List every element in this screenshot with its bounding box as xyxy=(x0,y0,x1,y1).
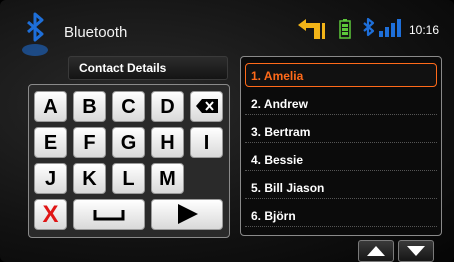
contact-item-bertram[interactable]: 3. Bertram xyxy=(245,119,437,143)
clock-time: 10:16 xyxy=(409,23,440,37)
space-icon xyxy=(74,200,144,228)
contact-item-bessie[interactable]: 4. Bessie xyxy=(245,147,437,171)
signal-strength-icon xyxy=(361,16,411,40)
key-m[interactable]: M xyxy=(151,163,184,194)
key-e[interactable]: E xyxy=(34,127,67,158)
app-title: Bluetooth xyxy=(64,24,128,41)
enter-button[interactable] xyxy=(151,199,223,230)
key-g[interactable]: G xyxy=(112,127,145,158)
play-arrow-icon xyxy=(152,200,222,228)
key-i[interactable]: I xyxy=(190,127,223,158)
contact-item-amelia[interactable]: 1. Amelia xyxy=(245,63,437,87)
cancel-button[interactable]: X xyxy=(34,199,67,230)
backspace-button[interactable] xyxy=(190,91,223,122)
key-l[interactable]: L xyxy=(112,163,145,194)
arrow-up-icon xyxy=(359,244,393,258)
key-j[interactable]: J xyxy=(34,163,67,194)
space-button[interactable] xyxy=(73,199,145,230)
contact-item-bill-jiason[interactable]: 5. Bill Jiason xyxy=(245,175,437,199)
key-b[interactable]: B xyxy=(73,91,106,122)
scroll-up-button[interactable] xyxy=(358,240,394,262)
arrow-down-icon xyxy=(399,244,433,258)
key-d[interactable]: D xyxy=(151,91,184,122)
navigation-turn-icon xyxy=(296,18,330,40)
contact-item-bjorn[interactable]: 6. Björn xyxy=(245,203,437,227)
screen: Bluetooth 10:16 Contact Details A B C D … xyxy=(0,0,454,262)
backspace-icon xyxy=(191,92,222,120)
key-k[interactable]: K xyxy=(73,163,106,194)
contact-list: 1. Amelia 2. Andrew 3. Bertram 4. Bessie… xyxy=(240,56,442,236)
key-a[interactable]: A xyxy=(34,91,67,122)
bluetooth-icon xyxy=(20,12,50,58)
key-h[interactable]: H xyxy=(151,127,184,158)
key-c[interactable]: C xyxy=(112,91,145,122)
header-bar: Bluetooth 10:16 xyxy=(0,0,454,56)
contact-item-andrew[interactable]: 2. Andrew xyxy=(245,91,437,115)
battery-icon xyxy=(339,19,351,39)
contact-details-field[interactable]: Contact Details xyxy=(68,56,228,80)
key-f[interactable]: F xyxy=(73,127,106,158)
keypad: A B C D E F G H I J K L M X xyxy=(28,84,230,238)
scroll-down-button[interactable] xyxy=(398,240,434,262)
